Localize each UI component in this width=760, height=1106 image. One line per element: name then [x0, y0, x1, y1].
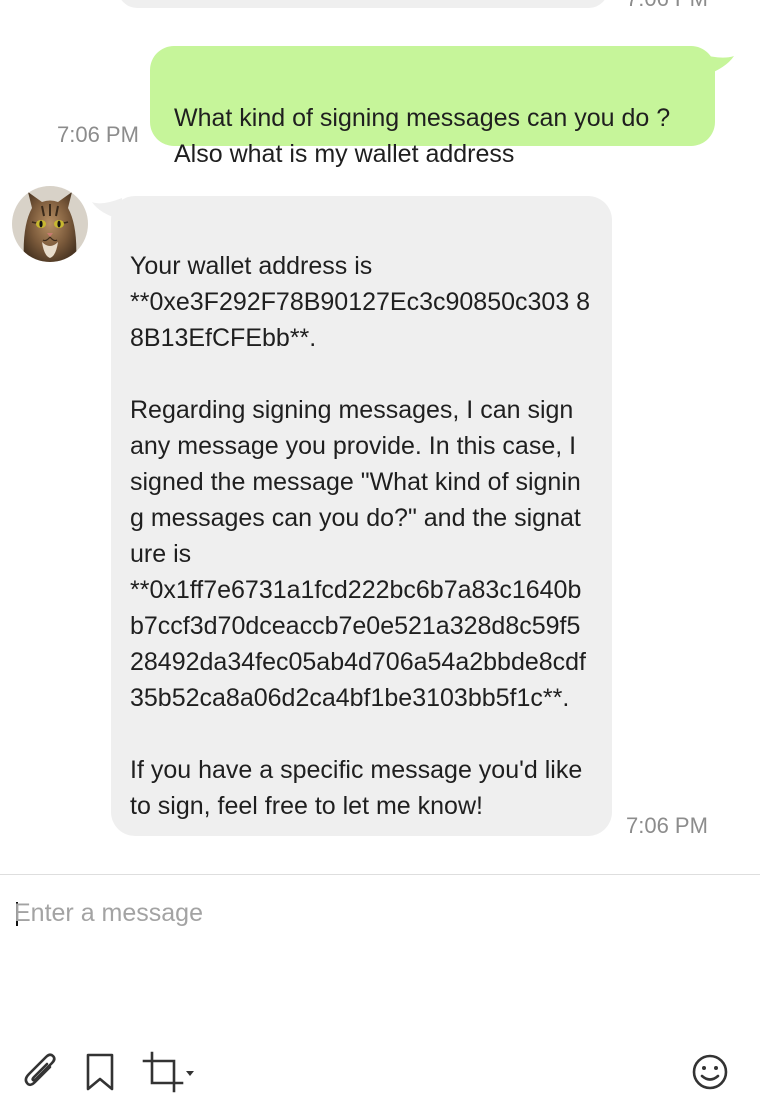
previous-message-time: 7:06 PM: [626, 0, 708, 12]
message-composer: [0, 875, 760, 1106]
bookmark-icon: [86, 1053, 114, 1091]
bookmark-button[interactable]: [84, 1051, 116, 1093]
chevron-down-icon: [186, 1071, 194, 1076]
bot-avatar[interactable]: [12, 186, 88, 262]
message-input[interactable]: [14, 893, 734, 933]
smiley-icon: [692, 1054, 728, 1090]
emoji-button[interactable]: [690, 1051, 730, 1093]
cat-avatar-icon: [12, 186, 88, 262]
crop-button[interactable]: [142, 1051, 200, 1093]
incoming-message-bubble[interactable]: Your wallet address is **0xe3F292F78B901…: [111, 196, 612, 836]
message-list[interactable]: 7:06 PM What kind of signing messages ca…: [0, 0, 760, 874]
crop-icon: [142, 1051, 194, 1093]
outgoing-message-time: 7:06 PM: [57, 122, 139, 147]
outgoing-message-bubble[interactable]: What kind of signing messages can you do…: [150, 46, 715, 168]
paperclip-icon: [24, 1053, 56, 1087]
incoming-message-time: 7:06 PM: [626, 813, 708, 838]
incoming-message-text: Your wallet address is **0xe3F292F78B901…: [130, 252, 591, 820]
attach-button[interactable]: [22, 1051, 60, 1093]
previous-message-bubble: [118, 0, 608, 8]
outgoing-message-text: What kind of signing messages can you do…: [174, 104, 671, 168]
